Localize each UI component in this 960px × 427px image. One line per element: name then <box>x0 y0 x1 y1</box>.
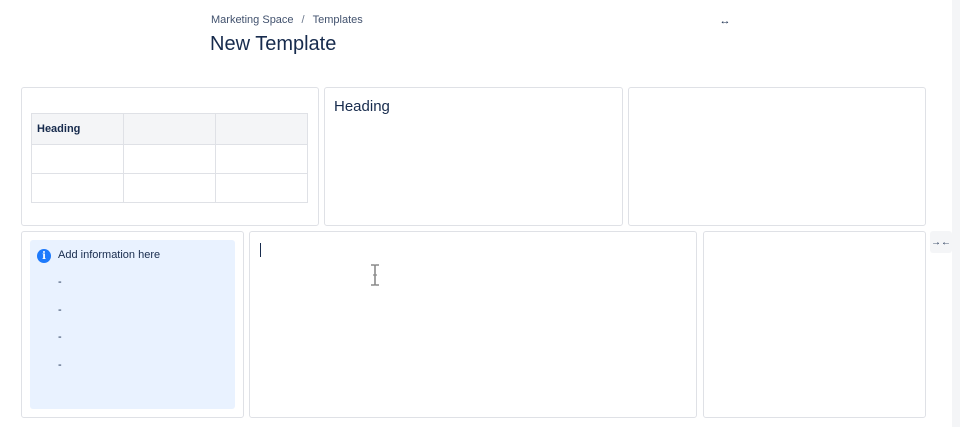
list-item[interactable]: - <box>58 304 62 332</box>
scrollbar-track[interactable] <box>952 0 960 427</box>
table-row <box>31 173 308 203</box>
info-panel[interactable]: i Add information here - - - - <box>30 240 235 409</box>
layout-column-3[interactable] <box>628 87 926 226</box>
table[interactable]: Heading <box>31 113 308 203</box>
collapse-icon: →← <box>931 236 951 248</box>
text-caret <box>260 243 261 257</box>
table-row <box>31 144 308 174</box>
table-cell[interactable] <box>31 173 124 203</box>
breadcrumb: Marketing Space / Templates <box>211 14 363 26</box>
text-cursor-icon <box>371 264 379 286</box>
list-item[interactable]: - <box>58 331 62 359</box>
table-cell[interactable] <box>215 173 308 203</box>
breadcrumb-item-space[interactable]: Marketing Space <box>211 14 294 26</box>
layout-column-2[interactable]: Heading <box>324 87 623 226</box>
table-row: Heading <box>31 113 308 145</box>
layout-column-1[interactable]: Heading <box>21 87 319 226</box>
breadcrumb-item-templates[interactable]: Templates <box>313 14 363 26</box>
column-heading[interactable]: Heading <box>334 98 390 115</box>
layout-column-6[interactable] <box>703 231 926 418</box>
list-item[interactable]: - <box>58 276 62 304</box>
page-title[interactable]: New Template <box>210 33 336 56</box>
list-item[interactable]: - <box>58 359 62 387</box>
collapse-width-button[interactable]: →← <box>930 231 952 253</box>
table-cell[interactable] <box>123 144 216 174</box>
table-cell[interactable] <box>123 173 216 203</box>
info-icon: i <box>37 249 51 263</box>
layout-column-editor[interactable] <box>249 231 697 418</box>
table-cell[interactable] <box>215 144 308 174</box>
info-panel-title[interactable]: Add information here <box>58 249 160 261</box>
table-cell[interactable] <box>31 144 124 174</box>
table-header-cell[interactable] <box>215 113 308 145</box>
expand-width-button[interactable]: ↔ <box>714 13 736 29</box>
layout-column-info[interactable]: i Add information here - - - - <box>21 231 244 418</box>
table-header-cell[interactable] <box>123 113 216 145</box>
breadcrumb-separator: / <box>301 14 305 26</box>
expand-icon: ↔ <box>719 15 731 27</box>
table-header-cell[interactable]: Heading <box>31 113 124 145</box>
info-list: - - - - <box>58 276 62 386</box>
